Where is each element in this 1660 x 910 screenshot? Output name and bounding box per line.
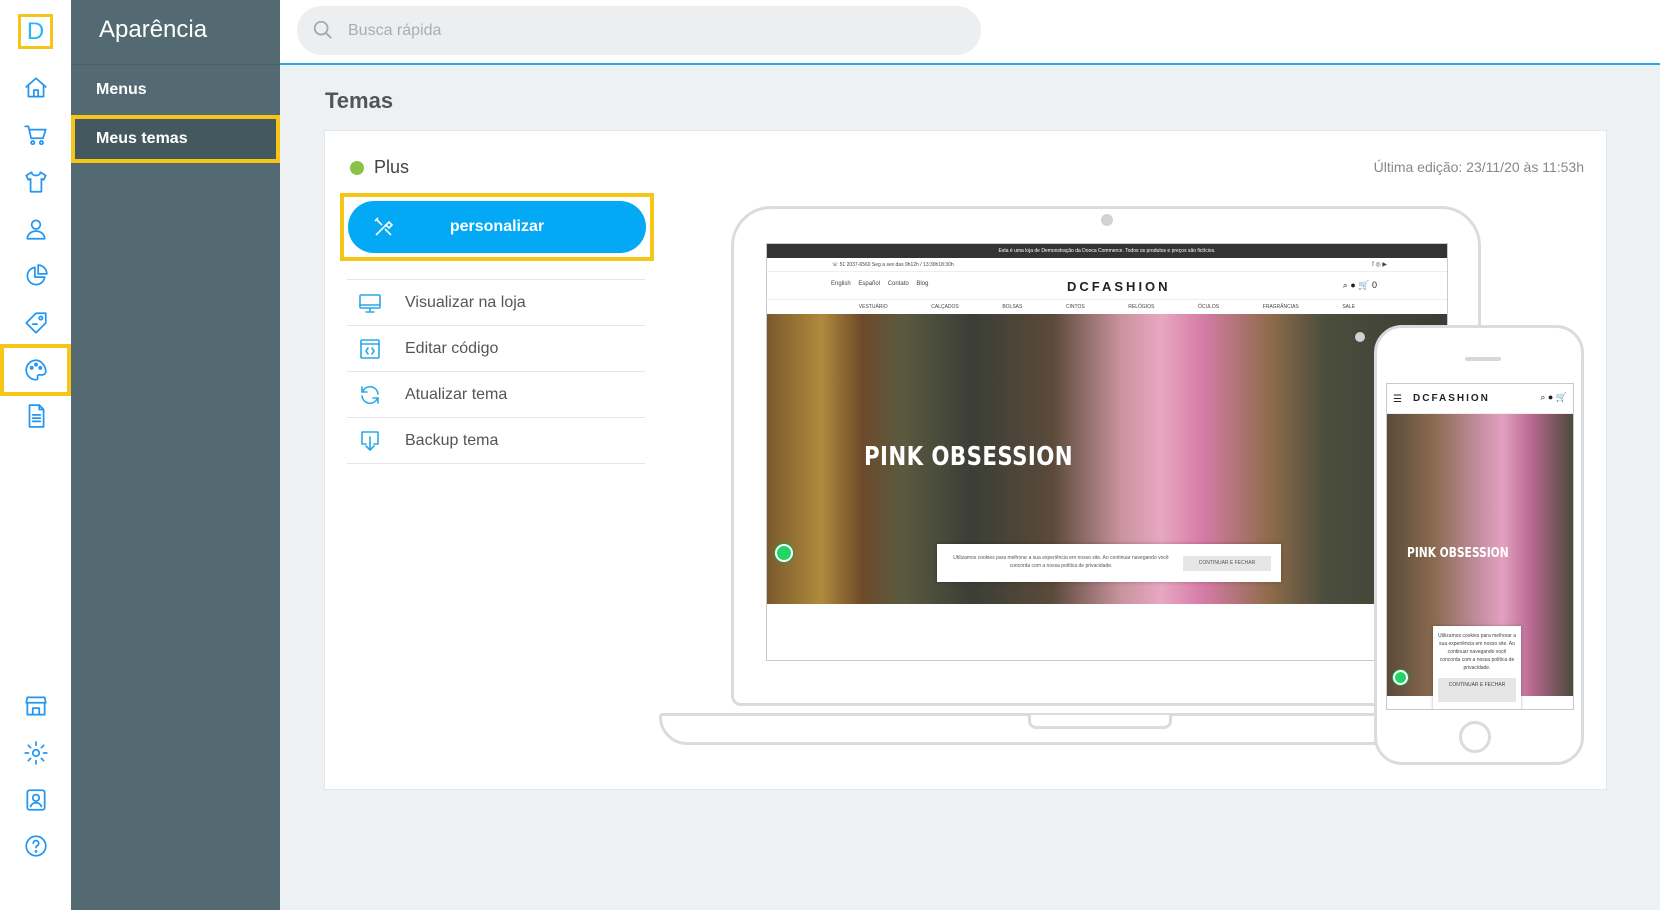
theme-actions: Visualizar na loja Editar código Atualiz… [347, 279, 645, 464]
divider [71, 64, 280, 65]
cookie-banner: Utilizamos cookies para melhorar a sua e… [937, 544, 1281, 582]
laptop-camera [1101, 214, 1113, 226]
customize-highlight: personalizar [340, 193, 654, 261]
store-nav: VESTUÁRIO CALÇADOS BOLSAS CINTOS RELÓGIO… [767, 300, 1447, 314]
help-icon[interactable] [0, 822, 71, 870]
nav-item: BOLSAS [1002, 304, 1023, 310]
contact-bar: ☏ 51 2037-6560 Seg a sex das 9h12h / 13:… [767, 258, 1447, 272]
nav-item: VESTUÁRIO [858, 304, 888, 310]
icon-rail: D [0, 0, 71, 910]
hero-banner: PINK OBSESSION [767, 314, 1447, 604]
store-icon[interactable] [0, 682, 71, 730]
code-icon [360, 338, 380, 359]
hero-title: PINK OBSESSION [864, 442, 1074, 472]
phone-home-button [1459, 721, 1491, 753]
search-input[interactable] [348, 18, 948, 43]
nav-item: RELÓGIOS [1128, 304, 1155, 310]
section-title: Aparência [99, 16, 208, 43]
tag-icon[interactable] [0, 299, 71, 347]
edit-code-action[interactable]: Editar código [347, 326, 645, 372]
app-logo[interactable]: D [18, 14, 53, 49]
phone-camera [1355, 332, 1365, 342]
phone-speaker [1465, 357, 1501, 361]
last-edit: Última edição: 23/11/20 às 11:53h [1373, 159, 1584, 175]
section-menu: Aparência Menus Meus temas [71, 0, 280, 910]
gear-icon[interactable] [0, 729, 71, 777]
contact-info: ☏ 51 2037-6560 Seg a sex das 9h12h / 13:… [832, 262, 954, 268]
store-brand: DCFASHION [1067, 279, 1171, 294]
cart-icon[interactable] [0, 111, 71, 159]
tools-icon [374, 217, 394, 236]
header-link: Contato [887, 281, 909, 287]
account-icon[interactable] [0, 776, 71, 824]
action-label: Editar código [405, 339, 499, 357]
mobile-preview: ☰ DCFASHION ⌕ ● 🛒 PINK OBSESSION Utiliza… [1386, 383, 1574, 710]
header-link: Español [858, 281, 881, 287]
phone-frame [1374, 325, 1584, 765]
mobile-hero: PINK OBSESSION Utilizamos cookies para m… [1387, 414, 1573, 709]
nav-item: SALE [1342, 304, 1356, 310]
tshirt-icon[interactable] [0, 158, 71, 206]
store-header: English Español Contato Blog DCFASHION ⌕… [767, 272, 1447, 300]
cookie-button: CONTINUAR E FECHAR [1183, 556, 1271, 571]
update-theme-action[interactable]: Atualizar tema [347, 372, 645, 418]
document-icon[interactable] [0, 392, 71, 440]
customer-icon[interactable] [0, 205, 71, 253]
laptop-base [659, 713, 1559, 745]
mobile-cookie-button: CONTINUAR E FECHAR [1438, 678, 1516, 702]
mobile-header: ☰ DCFASHION ⌕ ● 🛒 [1387, 384, 1573, 414]
laptop-frame [731, 206, 1481, 706]
download-icon [361, 430, 379, 451]
laptop-notch [1028, 715, 1172, 729]
sidemenu-item-menus[interactable]: Menus [71, 66, 280, 114]
social-icons: f ◎ ▶ [1372, 262, 1387, 268]
backup-theme-action[interactable]: Backup tema [347, 418, 645, 464]
mobile-cookie-banner: Utilizamos cookies para melhorar a sua e… [1433, 626, 1521, 709]
top-bar [280, 0, 1660, 65]
quick-search [297, 6, 981, 55]
nav-item: CALÇADOS [931, 304, 959, 310]
hamburger-icon: ☰ [1393, 394, 1402, 405]
mobile-header-icons: ⌕ ● 🛒 [1540, 392, 1567, 402]
sidemenu-item-meus-temas[interactable]: Meus temas [71, 115, 280, 163]
pie-chart-icon[interactable] [0, 252, 71, 300]
mobile-hero-title: PINK OBSESSION [1407, 546, 1509, 561]
view-in-store-action[interactable]: Visualizar na loja [347, 280, 645, 326]
home-icon[interactable] [0, 64, 71, 112]
status-dot [350, 160, 364, 175]
header-link: Blog [916, 281, 929, 287]
customize-button[interactable]: personalizar [348, 201, 646, 253]
search-icon [313, 20, 332, 39]
refresh-icon [361, 385, 379, 404]
mobile-cookie-text: Utilizamos cookies para melhorar a sua e… [1437, 633, 1517, 671]
nav-item: ÓCULOS [1197, 304, 1220, 310]
theme-name-label: Plus [374, 157, 410, 177]
header-link: English [831, 281, 851, 287]
page-title: Temas [325, 88, 394, 113]
customize-label: personalizar [449, 218, 545, 235]
mobile-whatsapp-icon [1393, 670, 1408, 685]
desktop-preview: Esta é uma loja de Demonstração da Dooca… [766, 243, 1448, 661]
palette-icon[interactable] [0, 344, 71, 396]
theme-card: Plus Última edição: 23/11/20 às 11:53h p… [324, 130, 1607, 790]
cart-count: 0 [1371, 280, 1377, 290]
action-label: Visualizar na loja [405, 293, 526, 311]
action-label: Backup tema [405, 431, 499, 449]
theme-name: Plus [350, 157, 409, 178]
cookie-text: Utilizamos cookies para melhorar a sua e… [953, 555, 1169, 569]
action-label: Atualizar tema [405, 385, 508, 403]
monitor-icon [359, 293, 381, 313]
nav-item: FRAGRÂNCIAS [1262, 304, 1299, 310]
header-links: English Español Contato Blog [831, 281, 928, 287]
mobile-brand: DCFASHION [1413, 393, 1490, 404]
announcement-bar: Esta é uma loja de Demonstração da Dooca… [767, 244, 1447, 258]
nav-item: CINTOS [1065, 304, 1085, 310]
whatsapp-icon [775, 544, 793, 562]
header-icons: ⌕ ● 🛒 0 [1342, 280, 1377, 290]
